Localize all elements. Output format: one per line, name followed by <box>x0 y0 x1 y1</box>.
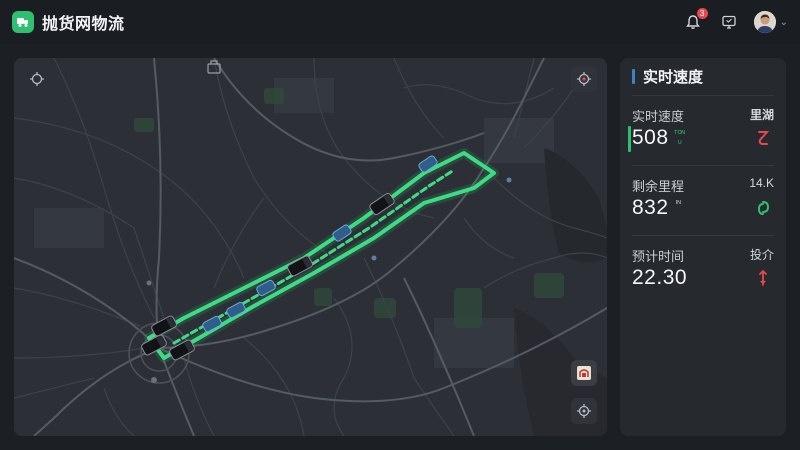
header-accent <box>632 69 635 84</box>
chevron-down-icon: ⌄ <box>779 16 788 28</box>
map-canvas <box>14 58 607 436</box>
stat-unit: 14.K <box>749 176 774 190</box>
truck-logo-icon <box>12 11 34 33</box>
stat-unit: 投介 <box>749 248 774 262</box>
stat-value: 22.30 <box>632 266 688 289</box>
avatar <box>753 11 776 33</box>
notification-button[interactable]: 3 <box>682 8 708 33</box>
stat-label: 剩余里程 <box>632 179 685 194</box>
stat-value: 832 <box>632 196 669 219</box>
stat-label: 预计时间 <box>632 249 685 264</box>
locate-button[interactable] <box>571 66 597 92</box>
route-map[interactable] <box>14 58 607 436</box>
speed-indicator-bar <box>628 126 631 152</box>
top-bar: 抛货网物流 3 ⌄ <box>0 0 800 44</box>
stat-current-speed: 实时速度 里湖 508 ᵀᴼᴺ ᵁ <box>628 96 774 166</box>
gps-icon <box>577 404 591 418</box>
panel-header: 实时速度 <box>632 58 774 96</box>
stat-sub-top: ᴵᴺ <box>676 199 681 208</box>
monitor-button[interactable] <box>718 11 740 33</box>
stat-estimated-time: 预计时间 投介 22.30 <box>632 236 774 306</box>
stat-remaining-distance: 剩余里程 14.K 832 ᴵᴺ <box>632 166 774 236</box>
panel-title: 实时速度 <box>643 69 704 86</box>
stat-label: 实时速度 <box>632 109 685 124</box>
arrow-up-down-icon <box>759 269 767 286</box>
layers-button[interactable] <box>571 360 597 386</box>
locate-icon <box>577 72 591 86</box>
app-title: 抛货网物流 <box>42 16 125 33</box>
layers-icon <box>577 366 591 380</box>
user-menu[interactable]: ⌄ <box>753 11 788 33</box>
refresh-icon <box>757 201 770 215</box>
stat-sub-bottom: ᵁ <box>678 139 682 148</box>
speed-panel: 实时速度 实时速度 里湖 508 ᵀᴼᴺ ᵁ 剩余里程 14.K 832 ᴵᴺ … <box>620 58 786 436</box>
stat-unit: 里湖 <box>749 108 774 122</box>
trend-down-icon <box>758 131 770 145</box>
crosshair-icon <box>30 72 44 86</box>
crosshair-button[interactable] <box>24 66 50 92</box>
monitor-icon <box>721 15 736 29</box>
notification-badge: 3 <box>696 8 708 19</box>
stat-value: 508 <box>632 126 669 149</box>
landmark-icon <box>207 60 221 74</box>
stat-sub-top: ᵀᴼᴺ <box>674 129 685 138</box>
gps-button[interactable] <box>571 398 597 424</box>
